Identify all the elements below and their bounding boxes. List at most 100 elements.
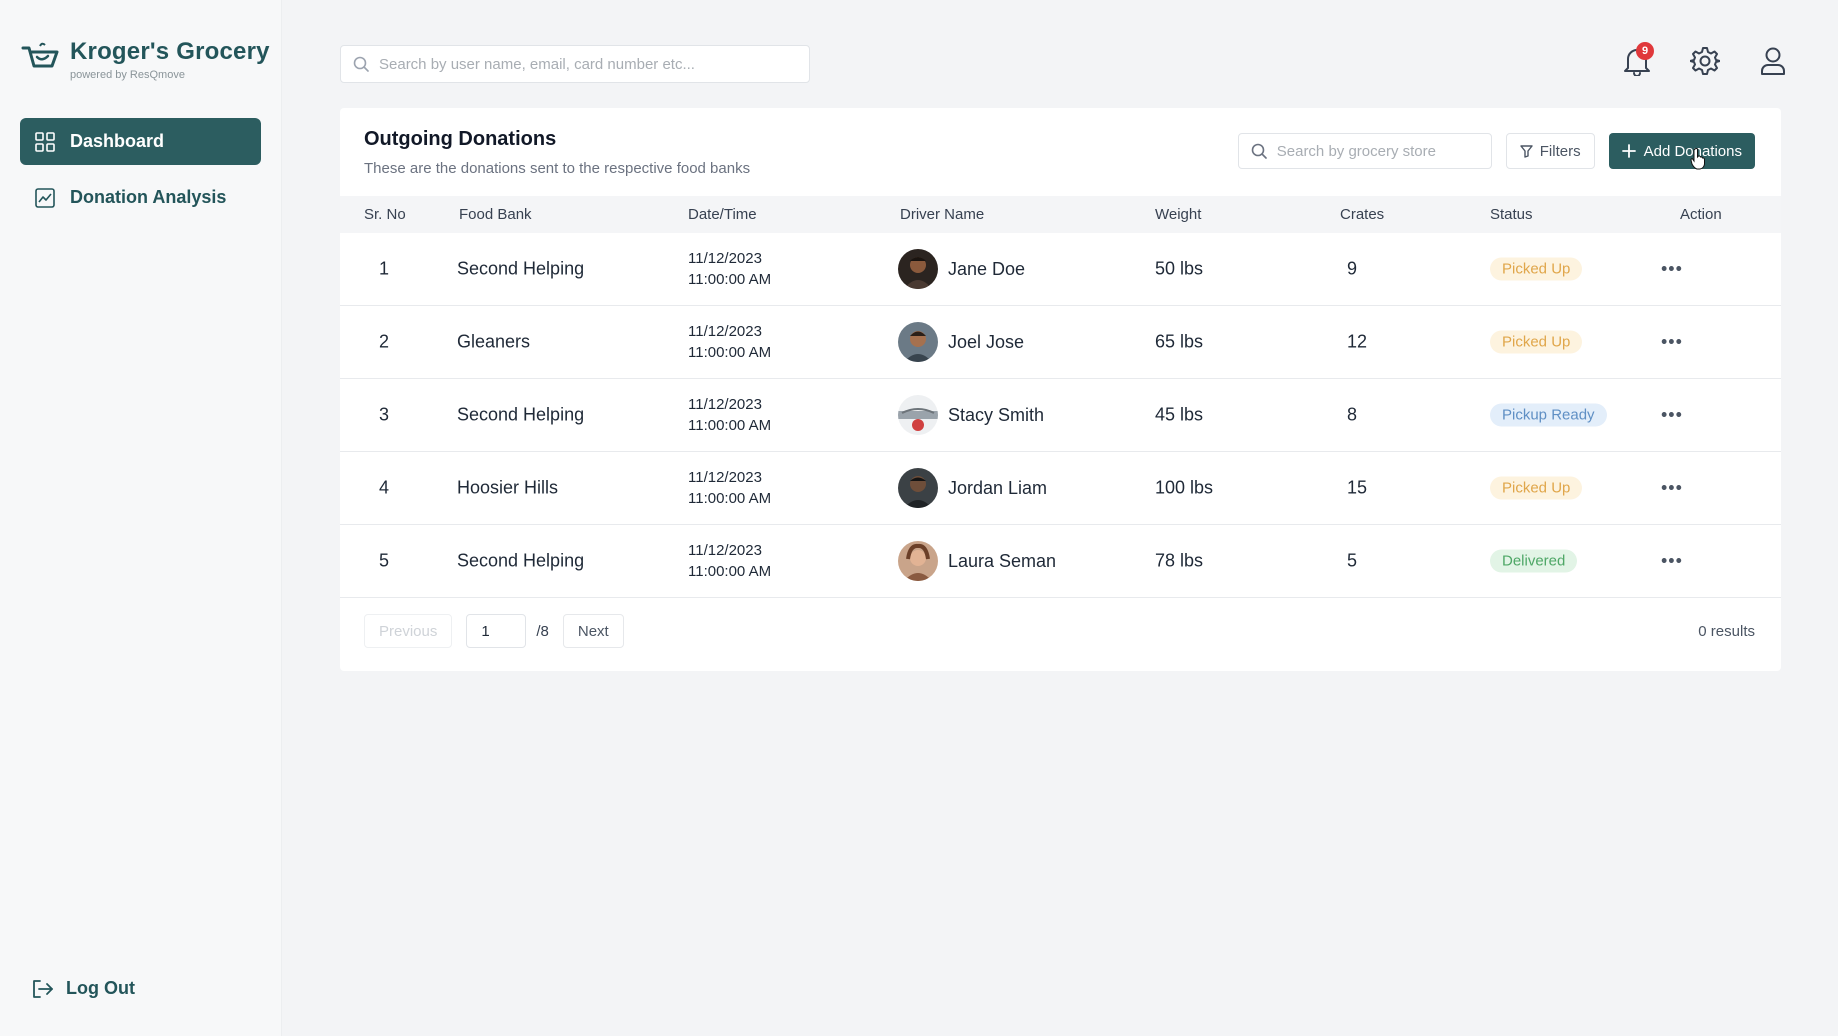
cell-driver: Jordan Liam: [898, 468, 1047, 508]
sidebar-item-dashboard[interactable]: Dashboard: [20, 118, 261, 165]
filters-label: Filters: [1539, 142, 1581, 160]
cell-time: 11:00:00 AM: [688, 417, 772, 434]
column-header-driver-name[interactable]: Driver Name: [900, 206, 984, 223]
column-header-sr-no[interactable]: Sr. No: [364, 206, 406, 223]
row-action-menu-button[interactable]: •••: [1661, 405, 1683, 426]
cell-driver: Jane Doe: [898, 249, 1025, 289]
page-number-input[interactable]: [466, 614, 527, 648]
logout-button[interactable]: Log Out: [32, 978, 135, 999]
profile-button[interactable]: [1756, 44, 1790, 78]
avatar: [898, 322, 938, 362]
status-badge: Delivered: [1490, 549, 1578, 573]
cell-date: 11/12/2023: [688, 250, 762, 267]
donations-table-body: 1 Second Helping 11/12/2023 11:00:00 AM …: [340, 233, 1781, 598]
avatar: [898, 395, 938, 435]
cell-weight: 50 lbs: [1155, 258, 1204, 279]
table-row[interactable]: 3 Second Helping 11/12/2023 11:00:00 AM …: [340, 379, 1781, 452]
cell-food-bank: Second Helping: [457, 550, 585, 571]
status-badge: Pickup Ready: [1490, 403, 1607, 427]
cell-food-bank: Gleaners: [457, 331, 531, 352]
cell-weight: 45 lbs: [1155, 404, 1204, 425]
cell-crates: 8: [1347, 404, 1358, 425]
avatar: [898, 249, 938, 289]
cell-date: 11/12/2023: [688, 542, 762, 559]
row-action-menu-button[interactable]: •••: [1661, 259, 1683, 280]
cell-status: Delivered: [1490, 549, 1578, 573]
cell-sr-no: 5: [379, 550, 390, 571]
driver-name: Jordan Liam: [948, 477, 1048, 498]
pagination: Previous /8 Next: [364, 614, 624, 648]
driver-name: Jane Doe: [948, 258, 1026, 279]
cell-weight: 78 lbs: [1155, 550, 1204, 571]
driver-name: Joel Jose: [948, 331, 1025, 352]
status-badge: Picked Up: [1490, 257, 1583, 281]
status-badge: Picked Up: [1490, 476, 1583, 500]
column-header-crates[interactable]: Crates: [1340, 206, 1384, 223]
column-header-weight[interactable]: Weight: [1155, 206, 1201, 223]
grid-icon: [34, 131, 56, 153]
previous-page-button[interactable]: Previous: [364, 614, 453, 648]
row-action-menu-button[interactable]: •••: [1661, 478, 1683, 499]
table-row[interactable]: 1 Second Helping 11/12/2023 11:00:00 AM …: [340, 233, 1781, 306]
avatar: [898, 468, 938, 508]
hand-cursor-icon: [1690, 148, 1705, 170]
cell-crates: 5: [1347, 550, 1358, 571]
add-donations-button[interactable]: Add Donations: [1608, 133, 1755, 169]
sidebar-item-label: Donation Analysis: [70, 187, 227, 207]
brand-subtitle: powered by ResQmove: [70, 69, 185, 81]
cell-sr-no: 4: [379, 477, 390, 498]
sidebar-item-donation-analysis[interactable]: Donation Analysis: [20, 174, 261, 221]
next-page-button[interactable]: Next: [562, 614, 624, 648]
cell-crates: 12: [1347, 331, 1368, 352]
cell-weight: 100 lbs: [1155, 477, 1214, 498]
search-icon: [353, 56, 369, 72]
driver-name: Stacy Smith: [948, 404, 1045, 425]
notification-badge: 9: [1636, 42, 1654, 60]
top-actions: 9: [1620, 42, 1790, 78]
cell-date: 11/12/2023: [688, 323, 762, 340]
filter-icon: [1520, 144, 1533, 158]
brand[interactable]: Kroger's Grocery powered by ResQmove: [20, 38, 270, 81]
table-row[interactable]: 2 Gleaners 11/12/2023 11:00:00 AM Joel J…: [340, 306, 1781, 379]
notifications-button[interactable]: 9: [1620, 42, 1654, 78]
basket-logo-icon: [21, 42, 59, 68]
cell-food-bank: Second Helping: [457, 258, 585, 279]
cell-sr-no: 1: [379, 258, 390, 279]
cell-time: 11:00:00 AM: [688, 563, 772, 580]
filters-button[interactable]: Filters: [1505, 133, 1595, 169]
cell-driver: Laura Seman: [898, 541, 1056, 581]
cell-time: 11:00:00 AM: [688, 271, 772, 288]
cell-driver: Stacy Smith: [898, 395, 1044, 435]
settings-button[interactable]: [1688, 44, 1722, 78]
sidebar-nav: Dashboard Donation Analysis: [20, 118, 261, 230]
column-header-status[interactable]: Status: [1490, 206, 1533, 223]
store-search[interactable]: [1237, 133, 1492, 169]
page-total: /8: [536, 622, 549, 640]
cell-food-bank: Hoosier Hills: [457, 477, 559, 498]
driver-name: Laura Seman: [948, 550, 1057, 571]
plus-icon: [1621, 144, 1636, 158]
table-row[interactable]: 5 Second Helping 11/12/2023 11:00:00 AM …: [340, 525, 1781, 598]
outgoing-donations-card: Outgoing Donations These are the donatio…: [340, 108, 1781, 671]
row-action-menu-button[interactable]: •••: [1661, 332, 1683, 353]
page-description: These are the donations sent to the resp…: [364, 160, 751, 177]
user-icon: [1761, 47, 1785, 75]
column-header-date-time[interactable]: Date/Time: [688, 206, 757, 223]
global-search[interactable]: [340, 45, 810, 83]
column-header-food-bank[interactable]: Food Bank: [459, 206, 532, 223]
row-action-menu-button[interactable]: •••: [1661, 551, 1683, 572]
cell-weight: 65 lbs: [1155, 331, 1204, 352]
store-search-input[interactable]: [1276, 142, 1477, 160]
table-row[interactable]: 4 Hoosier Hills 11/12/2023 11:00:00 AM J…: [340, 452, 1781, 525]
cell-date-time: 11/12/2023 11:00:00 AM: [688, 467, 771, 509]
cell-status: Pickup Ready: [1490, 403, 1607, 427]
status-badge: Picked Up: [1490, 330, 1583, 354]
search-icon: [1251, 143, 1267, 159]
cell-date: 11/12/2023: [688, 396, 762, 413]
logout-icon: [33, 979, 53, 998]
column-header-action[interactable]: Action: [1680, 206, 1722, 223]
cell-driver: Joel Jose: [898, 322, 1024, 362]
cell-time: 11:00:00 AM: [688, 490, 772, 507]
cell-status: Picked Up: [1490, 257, 1583, 281]
global-search-input[interactable]: [379, 55, 799, 73]
